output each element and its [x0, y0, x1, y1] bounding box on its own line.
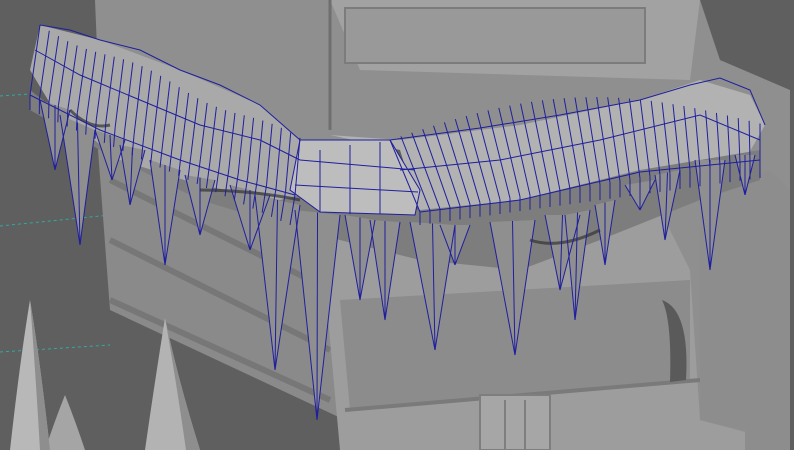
maya-viewport[interactable]: [0, 0, 794, 450]
building-door: [479, 394, 551, 450]
viewport-scene[interactable]: [0, 0, 794, 450]
building-window: [344, 7, 646, 64]
wire-edge: [316, 212, 318, 421]
wire-edge: [57, 105, 59, 123]
